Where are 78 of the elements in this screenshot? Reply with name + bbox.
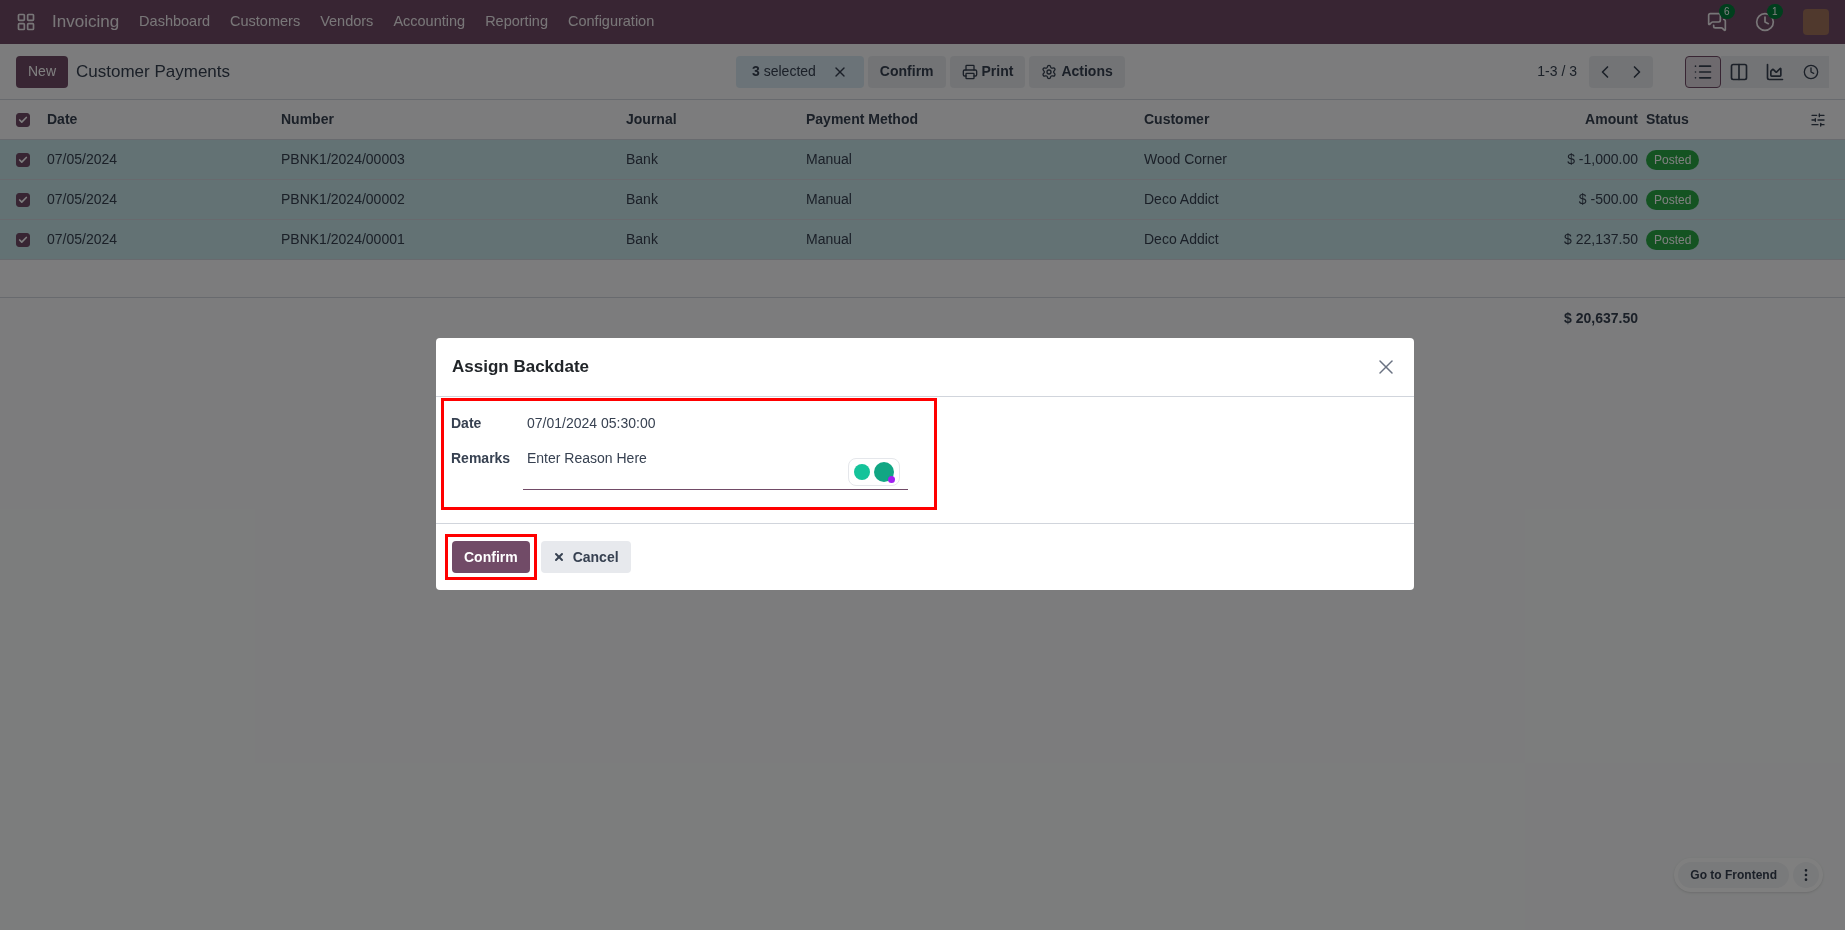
nav-menu-item[interactable]: Configuration xyxy=(568,11,655,33)
column-header[interactable]: Amount xyxy=(1450,109,1646,130)
table-cell-text: PBNK1/2024/00002 xyxy=(281,190,406,209)
selection-count: 3 selected xyxy=(752,62,816,81)
checkbox[interactable] xyxy=(16,232,30,247)
status-badge: Posted xyxy=(1646,229,1700,250)
table-cell-text: Manual xyxy=(806,190,853,209)
pager-value: 1-3 / 3 xyxy=(1537,62,1577,81)
date-field[interactable]: 07/01/2024 05:30:00 xyxy=(527,413,656,434)
checkbox[interactable] xyxy=(16,112,30,127)
nav-menu-item[interactable]: Dashboard xyxy=(139,11,211,33)
page-title: Customer Payments xyxy=(76,60,231,83)
column-header[interactable]: Date xyxy=(47,109,281,130)
new-button[interactable]: New xyxy=(16,55,68,88)
dialog-title: Assign Backdate xyxy=(452,356,589,379)
column-settings-icon[interactable] xyxy=(1810,111,1826,128)
previous-page-button[interactable] xyxy=(1589,55,1621,88)
table-row[interactable]: 07/05/2024 PBNK1/2024/00003 Bank Manual Wood Corner $ -1,000.00 Posted xyxy=(0,140,1845,180)
field-label: Remarks xyxy=(451,449,512,468)
check-icon xyxy=(18,154,28,165)
toolbar-button[interactable]: Confirm xyxy=(867,55,946,88)
table-cell-text: 07/05/2024 xyxy=(47,230,119,249)
check-icon xyxy=(18,234,28,245)
check-icon xyxy=(18,114,28,125)
column-header[interactable]: Journal xyxy=(626,109,806,130)
settings-icon xyxy=(1041,63,1058,80)
column-header[interactable]: Number xyxy=(281,109,626,130)
table-cell-text: 07/05/2024 xyxy=(47,150,119,169)
table-cell-text: Deco Addict xyxy=(1144,190,1220,209)
activity-count-badge: 1 xyxy=(1767,4,1783,19)
table-cell-text: PBNK1/2024/00001 xyxy=(281,230,406,249)
field-label: Date xyxy=(451,414,483,433)
check-icon xyxy=(18,194,28,205)
view-switcher-button[interactable] xyxy=(1793,55,1829,88)
nav-menu-item[interactable]: Reporting xyxy=(485,11,548,33)
view-switcher-button[interactable] xyxy=(1685,55,1721,88)
nav-menu-item[interactable]: Accounting xyxy=(393,11,466,33)
app-name[interactable]: Invoicing xyxy=(52,9,120,35)
status-badge: Posted xyxy=(1646,149,1700,170)
table-cell-text: 07/05/2024 xyxy=(47,190,119,209)
table-row[interactable]: 07/05/2024 PBNK1/2024/00002 Bank Manual Deco Addict $ -500.00 Posted xyxy=(0,180,1845,220)
table-cell-text: $ -1,000.00 xyxy=(1566,150,1639,169)
clock-icon xyxy=(1803,63,1819,80)
go-to-frontend-button[interactable]: Go to Frontend xyxy=(1678,862,1789,888)
checkbox[interactable] xyxy=(16,192,30,207)
apps-menu-icon[interactable] xyxy=(16,12,36,32)
table-cell-text: $ 22,137.50 xyxy=(1563,230,1639,249)
table-cell-text: Bank xyxy=(626,230,659,249)
graph-view-icon xyxy=(1765,61,1785,82)
total-amount: $ 20,637.50 xyxy=(1563,308,1639,328)
nav-menu-item[interactable]: Vendors xyxy=(320,11,374,33)
table-cell-text: Bank xyxy=(626,150,659,169)
table-cell-text: Bank xyxy=(626,190,659,209)
cancel-button[interactable]: Cancel xyxy=(540,541,631,573)
toolbar-button[interactable]: Print xyxy=(949,55,1026,88)
table-cell-text: PBNK1/2024/00003 xyxy=(281,150,406,169)
message-count-badge: 6 xyxy=(1719,4,1735,19)
nav-menu-item[interactable]: Customers xyxy=(230,11,301,33)
printer-icon xyxy=(961,63,978,80)
column-header[interactable]: Status xyxy=(1646,109,1810,130)
table-row[interactable]: 07/05/2024 PBNK1/2024/00001 Bank Manual Deco Addict $ 22,137.50 Posted xyxy=(0,220,1845,260)
status-badge: Posted xyxy=(1646,189,1700,210)
table-cell-text: Manual xyxy=(806,230,853,249)
table-cell-text: Manual xyxy=(806,150,853,169)
toolbar-button[interactable]: Actions xyxy=(1029,55,1125,88)
column-header[interactable]: Payment Method xyxy=(806,109,1144,130)
column-header[interactable]: Customer xyxy=(1144,109,1450,130)
more-options-button[interactable] xyxy=(1793,862,1819,888)
kanban-view-icon xyxy=(1729,61,1749,82)
next-page-button[interactable] xyxy=(1621,55,1653,88)
table-cell-text: Deco Addict xyxy=(1144,230,1220,249)
checkbox[interactable] xyxy=(16,152,30,167)
table-cell-text: $ -500.00 xyxy=(1577,190,1639,209)
writing-assistant-icon[interactable] xyxy=(848,458,900,486)
close-icon xyxy=(552,551,565,563)
table-cell-text: Wood Corner xyxy=(1144,150,1228,169)
confirm-button[interactable]: Confirm xyxy=(452,541,530,573)
view-switcher-button[interactable] xyxy=(1721,55,1757,88)
